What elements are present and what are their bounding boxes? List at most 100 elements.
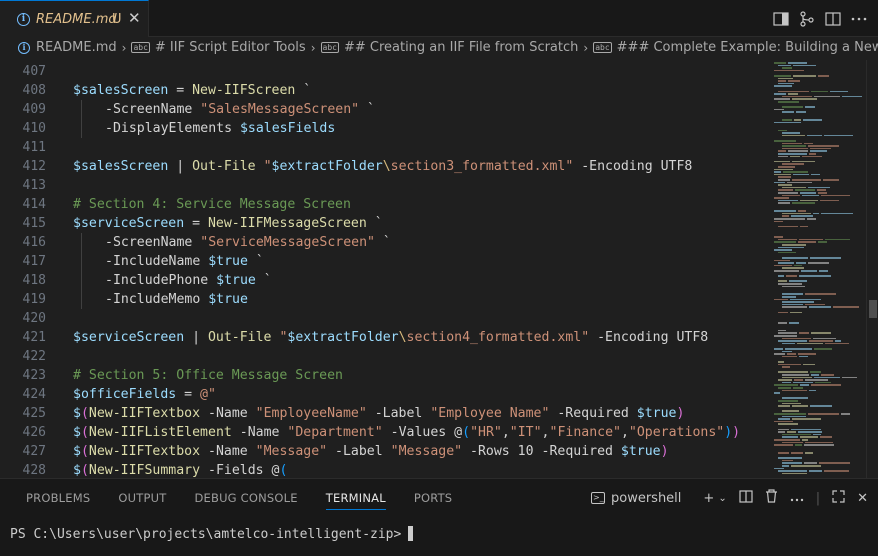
code-line[interactable]: 428 $(New-IIFSummary -Fields @(: [0, 461, 770, 478]
line-number: 428: [22, 463, 46, 478]
code-token: -ScreenName: [105, 102, 201, 117]
line-number: 418: [22, 273, 46, 288]
minimap-line: [774, 264, 792, 267]
code-token: -Rows 10 -Required: [462, 444, 621, 459]
code-text: # Section 4: Service Message Screen: [73, 195, 351, 214]
tab-ports[interactable]: PORTS: [414, 491, 452, 510]
minimap-line: [792, 405, 808, 407]
breadcrumb-item-heading-3[interactable]: abc ### Complete Example: Building a New…: [593, 40, 878, 55]
minimap-line: [778, 262, 794, 264]
minimap-line: [814, 376, 840, 379]
minimap-line: [791, 179, 822, 181]
code-editor[interactable]: 407 408 $salesScreen = New-IIFScreen ` 409 -…: [0, 60, 770, 478]
code-line[interactable]: 410 -DisplayElements $salesFields: [0, 119, 770, 138]
line-number: 408: [22, 83, 46, 98]
terminal-prompt[interactable]: PS C:\Users\user\projects\amtelco-intell…: [10, 526, 414, 542]
scrollbar-thumb[interactable]: [869, 300, 877, 318]
tab-problems[interactable]: PROBLEMS: [26, 491, 90, 510]
code-token: -DisplayElements: [105, 121, 240, 136]
code-line[interactable]: 417 -IncludeName $true `: [0, 252, 770, 271]
minimap-line: [778, 179, 790, 181]
more-actions-icon[interactable]: [846, 9, 872, 29]
chevron-down-icon[interactable]: ⌄: [718, 493, 726, 504]
symbol-string-icon: abc: [593, 42, 612, 53]
minimap-line: [808, 186, 830, 189]
code-line[interactable]: 408 $salesScreen = New-IIFScreen `: [0, 81, 770, 100]
close-icon[interactable]: ✕: [128, 9, 141, 27]
minimap-line: [774, 392, 781, 394]
minimap-line: [774, 298, 789, 301]
minimap-line: [782, 306, 808, 308]
code-line[interactable]: 420: [0, 309, 770, 328]
code-line[interactable]: 423 # Section 5: Office Message Screen: [0, 366, 770, 385]
code-line[interactable]: 414 # Section 4: Service Message Screen: [0, 195, 770, 214]
line-number: 410: [22, 121, 46, 136]
breadcrumb-item-heading-1[interactable]: abc # IIF Script Editor Tools: [131, 40, 306, 55]
code-line[interactable]: 415 $serviceScreen = New-IIFMessageScreen…: [0, 214, 770, 233]
minimap-line: [778, 199, 799, 202]
tab-readme[interactable]: i README.md U ✕: [0, 0, 149, 37]
minimap-line: [782, 142, 802, 145]
minimap-line: [814, 348, 833, 350]
more-actions-icon[interactable]: [790, 491, 804, 506]
code-text: $(New-IIFTextbox -Name "Message" -Label …: [73, 442, 669, 461]
minimap-line: [774, 439, 800, 441]
minimap-line: [793, 264, 802, 267]
code-line[interactable]: 425 $(New-IIFTextbox -Name "EmployeeName"…: [0, 404, 770, 423]
minimap-line: [802, 155, 823, 158]
code-line[interactable]: 413: [0, 176, 770, 195]
minimap-line: [782, 119, 792, 121]
code-line[interactable]: 419 -IncludeMemo $true: [0, 290, 770, 309]
code-line[interactable]: 426 $(New-IIFListElement -Name "Departmen…: [0, 423, 770, 442]
minimap[interactable]: [770, 60, 866, 478]
code-line[interactable]: 416 -ScreenName "ServiceMessageScreen" `: [0, 233, 770, 252]
minimap-line: [778, 329, 787, 332]
maximize-panel-icon[interactable]: [832, 489, 845, 507]
terminal-shell-selector[interactable]: >_ powershell: [590, 491, 681, 506]
minimap-line: [774, 259, 791, 262]
minimap-line: [796, 342, 824, 345]
code-token: "EmployeeName": [255, 406, 367, 421]
code-line[interactable]: 411: [0, 138, 770, 157]
indent-guide: [81, 271, 82, 290]
close-panel-icon[interactable]: ✕: [857, 491, 868, 506]
code-line[interactable]: 422: [0, 347, 770, 366]
code-token: "IT": [509, 425, 542, 440]
code-line[interactable]: 409 -ScreenName "SalesMessageScreen" `: [0, 100, 770, 119]
code-token: -ScreenName: [105, 235, 201, 250]
line-number: 409: [22, 102, 46, 117]
tab-label: README.md: [36, 12, 117, 27]
minimap-line: [809, 405, 832, 407]
code-line[interactable]: 421 $serviceScreen | Out-File "$extractFo…: [0, 328, 770, 347]
minimap-line: [782, 376, 813, 379]
tab-output[interactable]: OUTPUT: [118, 491, 166, 510]
split-editor-icon[interactable]: [820, 9, 846, 29]
minimap-line: [788, 62, 808, 64]
code-token: "Message": [255, 444, 328, 459]
code-line[interactable]: 427 $(New-IIFTextbox -Name "Message" -Lab…: [0, 442, 770, 461]
code-token: Out-File: [192, 159, 256, 174]
minimap-line: [817, 189, 827, 191]
code-token: ,: [541, 425, 550, 440]
code-text: $(New-IIFSummary -Fields @(: [73, 461, 287, 478]
split-terminal-icon[interactable]: [739, 489, 753, 507]
breadcrumb-item-heading-2[interactable]: abc ## Creating an IIF File from Scratch: [320, 40, 578, 55]
tab-debug-console[interactable]: DEBUG CONSOLE: [194, 491, 297, 510]
editor-scrollbar[interactable]: [866, 60, 878, 478]
source-control-compare-icon[interactable]: [794, 9, 820, 29]
minimap-line: [782, 337, 811, 340]
code-text: -IncludeName $true `: [105, 252, 264, 271]
code-line[interactable]: 418 -IncludePhone $true `: [0, 271, 770, 290]
minimap-line: [810, 384, 841, 386]
minimap-line: [817, 192, 828, 194]
open-preview-icon[interactable]: [768, 9, 794, 29]
tab-terminal[interactable]: TERMINAL: [325, 491, 386, 510]
code-line[interactable]: 412 $salesScreen | Out-File "$extractFold…: [0, 157, 770, 176]
minimap-line: [778, 431, 785, 433]
minimap-line: [774, 444, 794, 446]
trash-icon[interactable]: [765, 489, 778, 507]
code-line[interactable]: 424 $officeFields = @": [0, 385, 770, 404]
breadcrumb-item-file[interactable]: i README.md: [18, 40, 117, 55]
add-terminal-icon[interactable]: +: [703, 491, 714, 506]
code-line[interactable]: 407: [0, 62, 770, 81]
